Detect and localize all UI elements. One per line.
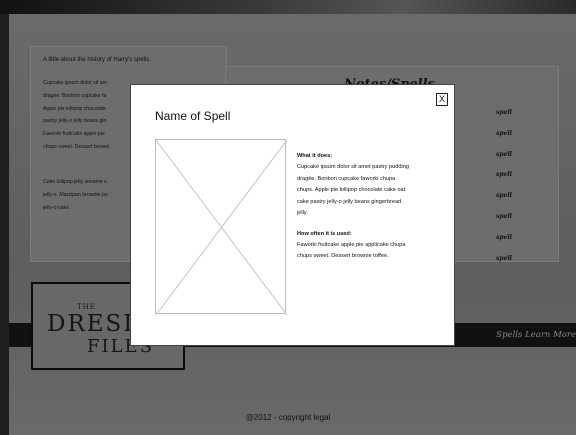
spell-list: spell spell spell spell spell spell spel… bbox=[496, 109, 512, 275]
footer-copyright: @2012 - copyright legal bbox=[245, 413, 331, 422]
about-intro: A little about the history of Harry's sp… bbox=[43, 57, 151, 63]
image-placeholder-cross bbox=[156, 140, 287, 315]
spell-link[interactable]: spell bbox=[496, 130, 512, 151]
spell-link[interactable]: spell bbox=[496, 151, 512, 172]
spell-link[interactable]: spell bbox=[496, 213, 512, 234]
close-icon[interactable]: X bbox=[436, 93, 448, 106]
spell-link[interactable]: spell bbox=[496, 192, 512, 213]
how-heading: How often it is used: bbox=[297, 230, 352, 237]
modal-title: Name of Spell bbox=[155, 109, 231, 123]
spell-link[interactable]: spell bbox=[496, 255, 512, 276]
spell-link[interactable]: spell bbox=[496, 171, 512, 192]
spell-link[interactable]: spell bbox=[496, 234, 512, 255]
image-placeholder-icon bbox=[155, 139, 287, 315]
logo-line-top: THE bbox=[77, 303, 96, 311]
how-text: Faworki fruitcake apple pie applicake ch… bbox=[297, 241, 406, 260]
window-top-edge bbox=[0, 0, 576, 14]
nav-links[interactable]: Spells Learn More bbox=[496, 330, 576, 340]
spell-modal: X Name of Spell What it does: Cupcake ip… bbox=[130, 84, 455, 346]
spell-details: What it does: Cupcake ipsum dolor sit am… bbox=[297, 152, 445, 263]
spell-link[interactable]: spell bbox=[496, 109, 512, 130]
what-heading: What it does: bbox=[297, 153, 333, 159]
what-text: Cupcake ipsum dolor sit amet pastry pudd… bbox=[297, 164, 409, 216]
